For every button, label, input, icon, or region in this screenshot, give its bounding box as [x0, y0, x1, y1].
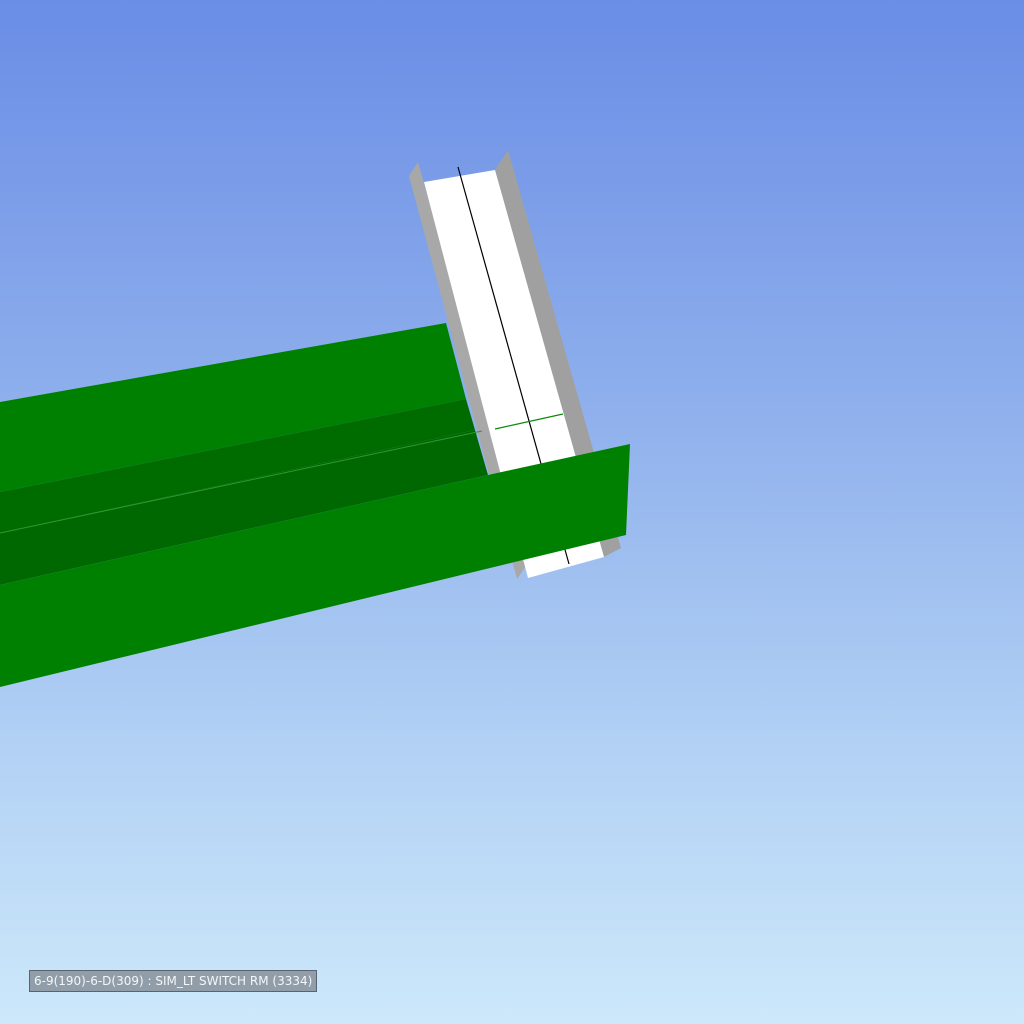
selection-status-label: 6-9(190)-6-D(309) : SIM_LT SWITCH RM (33…	[29, 970, 318, 992]
model-scene[interactable]	[0, 0, 1024, 1024]
3d-viewport[interactable]: 6-9(190)-6-D(309) : SIM_LT SWITCH RM (33…	[0, 0, 1024, 1024]
